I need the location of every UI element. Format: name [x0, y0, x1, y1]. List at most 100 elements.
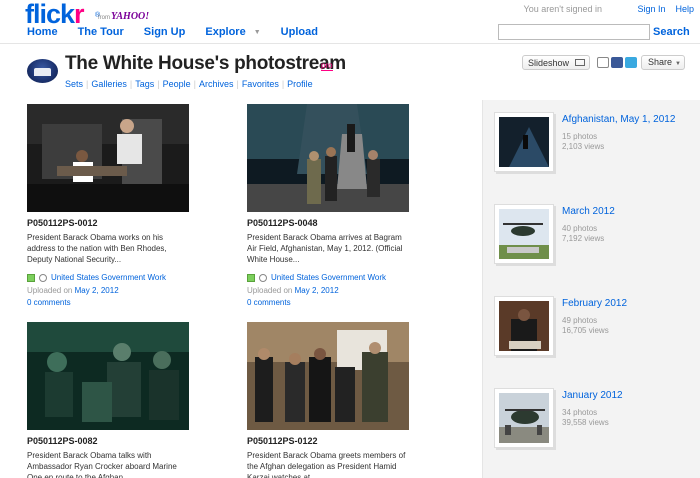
set-thumbnail-frame[interactable]	[494, 204, 554, 264]
subnav-separator: |	[86, 79, 89, 89]
public-domain-icon	[27, 273, 35, 282]
nav-explore[interactable]: Explore ▼	[205, 26, 260, 38]
photo-thumbnail[interactable]	[247, 322, 409, 430]
nav-upload[interactable]: Upload	[281, 26, 318, 38]
set-title[interactable]: March 2012	[562, 206, 615, 217]
uploaded-date-link[interactable]: May 2, 2012	[75, 286, 119, 295]
set-view-count: 16,705 views	[562, 326, 609, 335]
profile-subnav: Sets | Galleries | Tags | People | Archives |…	[65, 79, 313, 89]
license-circle-icon	[39, 273, 47, 282]
photo-description: President Barack Obama arrives at Bagram…	[247, 233, 403, 264]
nav-sign-up-label: Sign Up	[143, 26, 186, 38]
set-thumbnail-frame[interactable]	[494, 388, 554, 448]
photo-title[interactable]: P050112PS-0082	[27, 436, 189, 446]
subnav-tags[interactable]: Tags	[135, 79, 154, 89]
photo-title[interactable]: P050112PS-0122	[247, 436, 409, 446]
nav-the-tour[interactable]: The Tour	[78, 26, 124, 38]
subnav-people[interactable]: People	[163, 79, 191, 89]
flickr-logo[interactable]: flickr ®	[25, 0, 100, 29]
set-view-count: 39,558 views	[562, 418, 609, 427]
help-link[interactable]: Help	[675, 4, 694, 14]
share-button[interactable]: Share ▼	[641, 55, 685, 70]
uploaded-label: Uploaded on	[27, 286, 73, 295]
set-thumbnail[interactable]	[499, 393, 549, 443]
chevron-down-icon[interactable]: ▼	[254, 29, 261, 36]
photo-title[interactable]: P050112PS-0048	[247, 218, 409, 228]
photo-thumbnail[interactable]	[27, 322, 189, 430]
set-title[interactable]: Afghanistan, May 1, 2012	[562, 114, 675, 125]
set-thumbnail[interactable]	[499, 117, 549, 167]
share-icons	[597, 57, 637, 68]
share-label: Share	[648, 57, 673, 67]
photo-description: President Barack Obama greets members of…	[247, 451, 406, 478]
page-title: The White House's photostream	[65, 53, 346, 74]
comments-link[interactable]: 0 comments	[247, 298, 409, 307]
nav-home[interactable]: Home	[27, 26, 58, 38]
photo-thumbnail[interactable]	[27, 104, 189, 212]
photo-license: United States Government Work	[27, 273, 189, 282]
set-title[interactable]: February 2012	[562, 298, 627, 309]
search-button[interactable]: Search	[653, 26, 690, 38]
slideshow-button[interactable]: Slideshow	[522, 55, 590, 70]
uploaded-info: Uploaded on May 2, 2012	[27, 286, 189, 295]
monitor-icon	[575, 59, 585, 66]
twitter-icon[interactable]	[625, 57, 637, 68]
nav-sign-up[interactable]: Sign Up	[144, 26, 186, 38]
set-thumbnail-frame[interactable]	[494, 296, 554, 356]
subnav-separator: |	[193, 79, 196, 89]
top-links: Sign In Help	[637, 4, 694, 14]
photo-title[interactable]: P050112PS-0012	[27, 218, 189, 228]
set-thumbnail[interactable]	[499, 209, 549, 259]
slideshow-label: Slideshow	[528, 57, 570, 68]
subnav-separator: |	[281, 79, 285, 89]
uploaded-info: Uploaded on May 2, 2012	[247, 286, 409, 295]
nav-explore-label: Explore	[205, 26, 246, 38]
top-bar: flickr ® from YAHOO! Home The Tour Sign U…	[0, 0, 700, 44]
set-photo-count: 15 photos	[562, 132, 598, 141]
photo-card: P050112PS-0048 President Barack Obama ar…	[247, 104, 409, 307]
photo-card: P050112PS-0082 President Barack Obama ta…	[27, 322, 189, 478]
photo-license: United States Government Work	[247, 273, 409, 282]
subnav-separator: |	[129, 79, 133, 89]
from-text: from	[98, 15, 110, 21]
subnav-favorites[interactable]: Favorites	[242, 79, 279, 89]
subnav-sets[interactable]: Sets	[65, 79, 83, 89]
subnav-galleries[interactable]: Galleries	[91, 79, 127, 89]
nav-the-tour-label: The Tour	[77, 26, 124, 38]
set-photo-count: 49 photos	[562, 316, 598, 325]
chevron-down-icon: ▼	[675, 61, 681, 67]
subnav-archives[interactable]: Archives	[199, 79, 234, 89]
photo-description: President Barack Obama works on his addr…	[27, 233, 167, 264]
set-photo-count: 34 photos	[562, 408, 598, 417]
set-view-count: 2,103 views	[562, 142, 605, 151]
pro-badge[interactable]: pro	[321, 61, 333, 71]
photo-card: P050112PS-0122 President Barack Obama gr…	[247, 322, 409, 478]
nav-upload-label: Upload	[280, 26, 318, 38]
subnav-separator: |	[157, 79, 160, 89]
uploaded-label: Uploaded on	[247, 286, 293, 295]
avatar[interactable]	[27, 59, 58, 83]
set-thumbnail-frame[interactable]	[494, 112, 554, 172]
sign-in-link[interactable]: Sign In	[637, 4, 665, 14]
sets-sidebar: Afghanistan, May 1, 2012 15 photos 2,103…	[482, 100, 700, 478]
set-thumbnail[interactable]	[499, 301, 549, 351]
subnav-profile[interactable]: Profile	[287, 79, 313, 89]
photo-card: P050112PS-0012 President Barack Obama wo…	[27, 104, 189, 307]
photo-thumbnail[interactable]	[247, 104, 409, 212]
search-input[interactable]	[498, 24, 650, 40]
set-title[interactable]: January 2012	[562, 390, 623, 401]
nav-home-label: Home	[27, 26, 58, 38]
facebook-icon[interactable]	[611, 57, 623, 68]
logo-text-blue: flick	[25, 0, 75, 29]
license-link[interactable]: United States Government Work	[51, 273, 166, 282]
license-circle-icon	[259, 273, 267, 282]
comments-link[interactable]: 0 comments	[27, 298, 189, 307]
yahoo-logo[interactable]: YAHOO!	[111, 11, 149, 22]
license-link[interactable]: United States Government Work	[271, 273, 386, 282]
set-photo-count: 40 photos	[562, 224, 598, 233]
uploaded-date-link[interactable]: May 2, 2012	[295, 286, 339, 295]
public-domain-icon	[247, 273, 255, 282]
subnav-separator: |	[236, 79, 239, 89]
mail-icon[interactable]	[597, 57, 609, 68]
signed-in-status: You aren't signed in	[523, 4, 602, 14]
